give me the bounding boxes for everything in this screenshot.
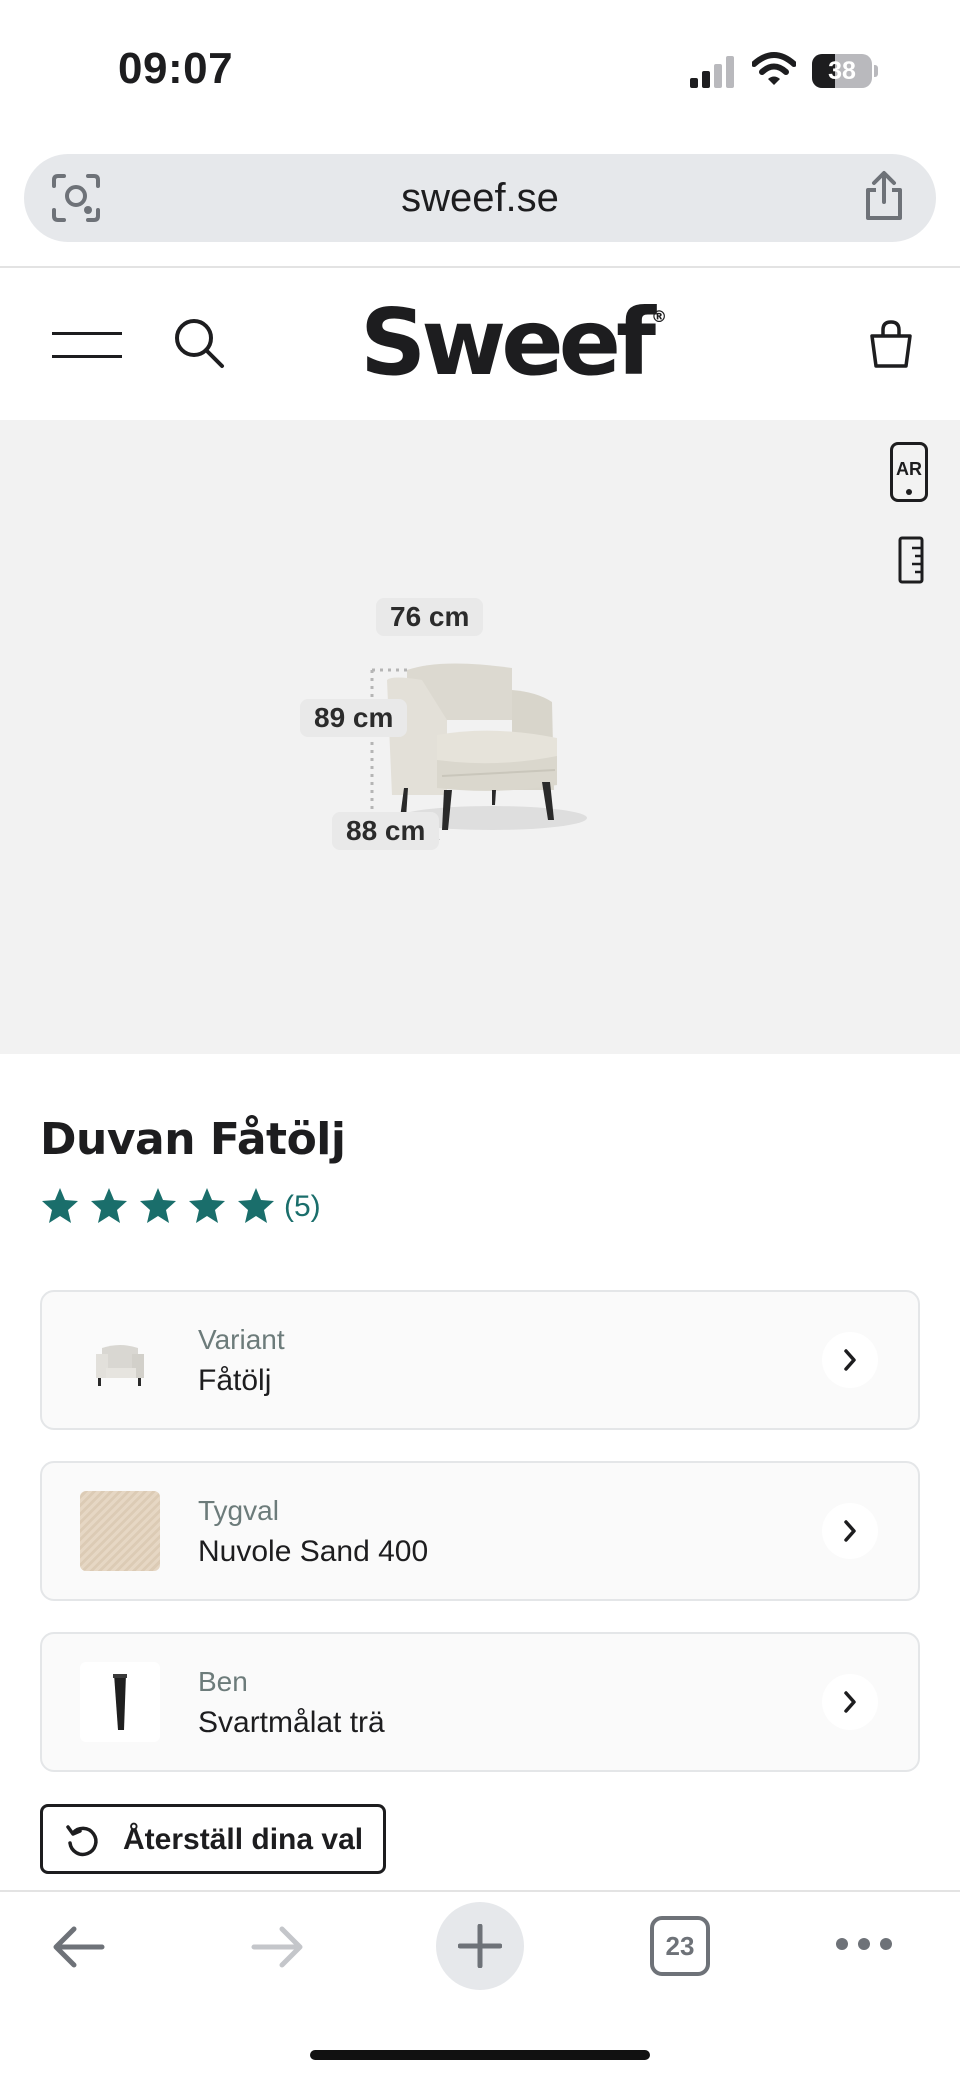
shopping-bag-icon[interactable] (868, 318, 914, 370)
chevron-right-icon[interactable] (822, 1674, 878, 1730)
tabs-count: 23 (665, 1931, 695, 1961)
logo-registered-mark: ® (651, 307, 668, 326)
share-icon[interactable] (860, 170, 908, 222)
option-label: Variant (198, 1324, 285, 1355)
forward-arrow-icon[interactable] (250, 1922, 306, 1972)
back-arrow-icon[interactable] (50, 1922, 106, 1972)
option-legs[interactable]: Ben Svartmålat trä (40, 1632, 920, 1772)
reset-label: Återställ dina val (123, 1823, 364, 1856)
ruler-icon[interactable] (898, 536, 924, 584)
site-header: Sweef® (0, 268, 960, 420)
plus-icon (458, 1924, 502, 1968)
option-label: Tygval (198, 1495, 279, 1526)
status-time: 09:07 (118, 44, 234, 93)
dimension-depth-label: 88 cm (332, 812, 440, 850)
ar-phone-icon[interactable]: AR (890, 442, 928, 502)
wifi-icon (752, 52, 796, 85)
leg-thumbnail (80, 1662, 160, 1742)
chevron-right-icon[interactable] (822, 1503, 878, 1559)
reset-icon (66, 1825, 98, 1857)
more-icon[interactable] (834, 1936, 894, 1952)
tabs-icon[interactable]: 23 (650, 1916, 710, 1976)
option-label: Ben (198, 1666, 248, 1697)
sweef-logo[interactable]: Sweef® (360, 288, 667, 398)
url-text[interactable]: sweef.se (24, 176, 936, 221)
search-icon[interactable] (172, 316, 226, 370)
address-bar[interactable]: sweef.se (24, 154, 936, 242)
product-image-area[interactable]: AR 76 cm 89 cm 88 cm (0, 420, 960, 1054)
cellular-signal-icon (690, 56, 734, 88)
star-icon (91, 1188, 127, 1223)
battery-icon: 38 (812, 54, 878, 88)
armchair-thumbnail (80, 1320, 160, 1400)
home-indicator[interactable] (310, 2050, 650, 2060)
star-icon (140, 1188, 176, 1223)
hamburger-menu-icon[interactable] (52, 330, 122, 360)
option-variant[interactable]: Variant Fåtölj (40, 1290, 920, 1430)
product-title: Duvan Fåtölj (40, 1114, 346, 1165)
star-icon (189, 1188, 225, 1223)
option-value: Svartmålat trä (198, 1706, 385, 1739)
ar-label: AR (896, 459, 922, 479)
logo-text: Sweef (360, 289, 656, 396)
option-fabric[interactable]: Tygval Nuvole Sand 400 (40, 1461, 920, 1601)
dimension-height-label: 89 cm (300, 699, 408, 737)
battery-level: 38 (828, 57, 856, 85)
star-icon (238, 1188, 274, 1223)
review-count[interactable]: (5) (284, 1190, 321, 1224)
option-value: Fåtölj (198, 1364, 272, 1397)
option-value: Nuvole Sand 400 (198, 1535, 429, 1568)
chevron-right-icon[interactable] (822, 1332, 878, 1388)
star-icon (42, 1188, 78, 1223)
dimension-width-label: 76 cm (376, 598, 484, 636)
fabric-swatch (80, 1491, 160, 1571)
status-bar: 09:07 38 (0, 0, 960, 140)
new-tab-button[interactable] (436, 1902, 524, 1990)
reset-selections-button[interactable]: Återställ dina val (40, 1804, 386, 1874)
